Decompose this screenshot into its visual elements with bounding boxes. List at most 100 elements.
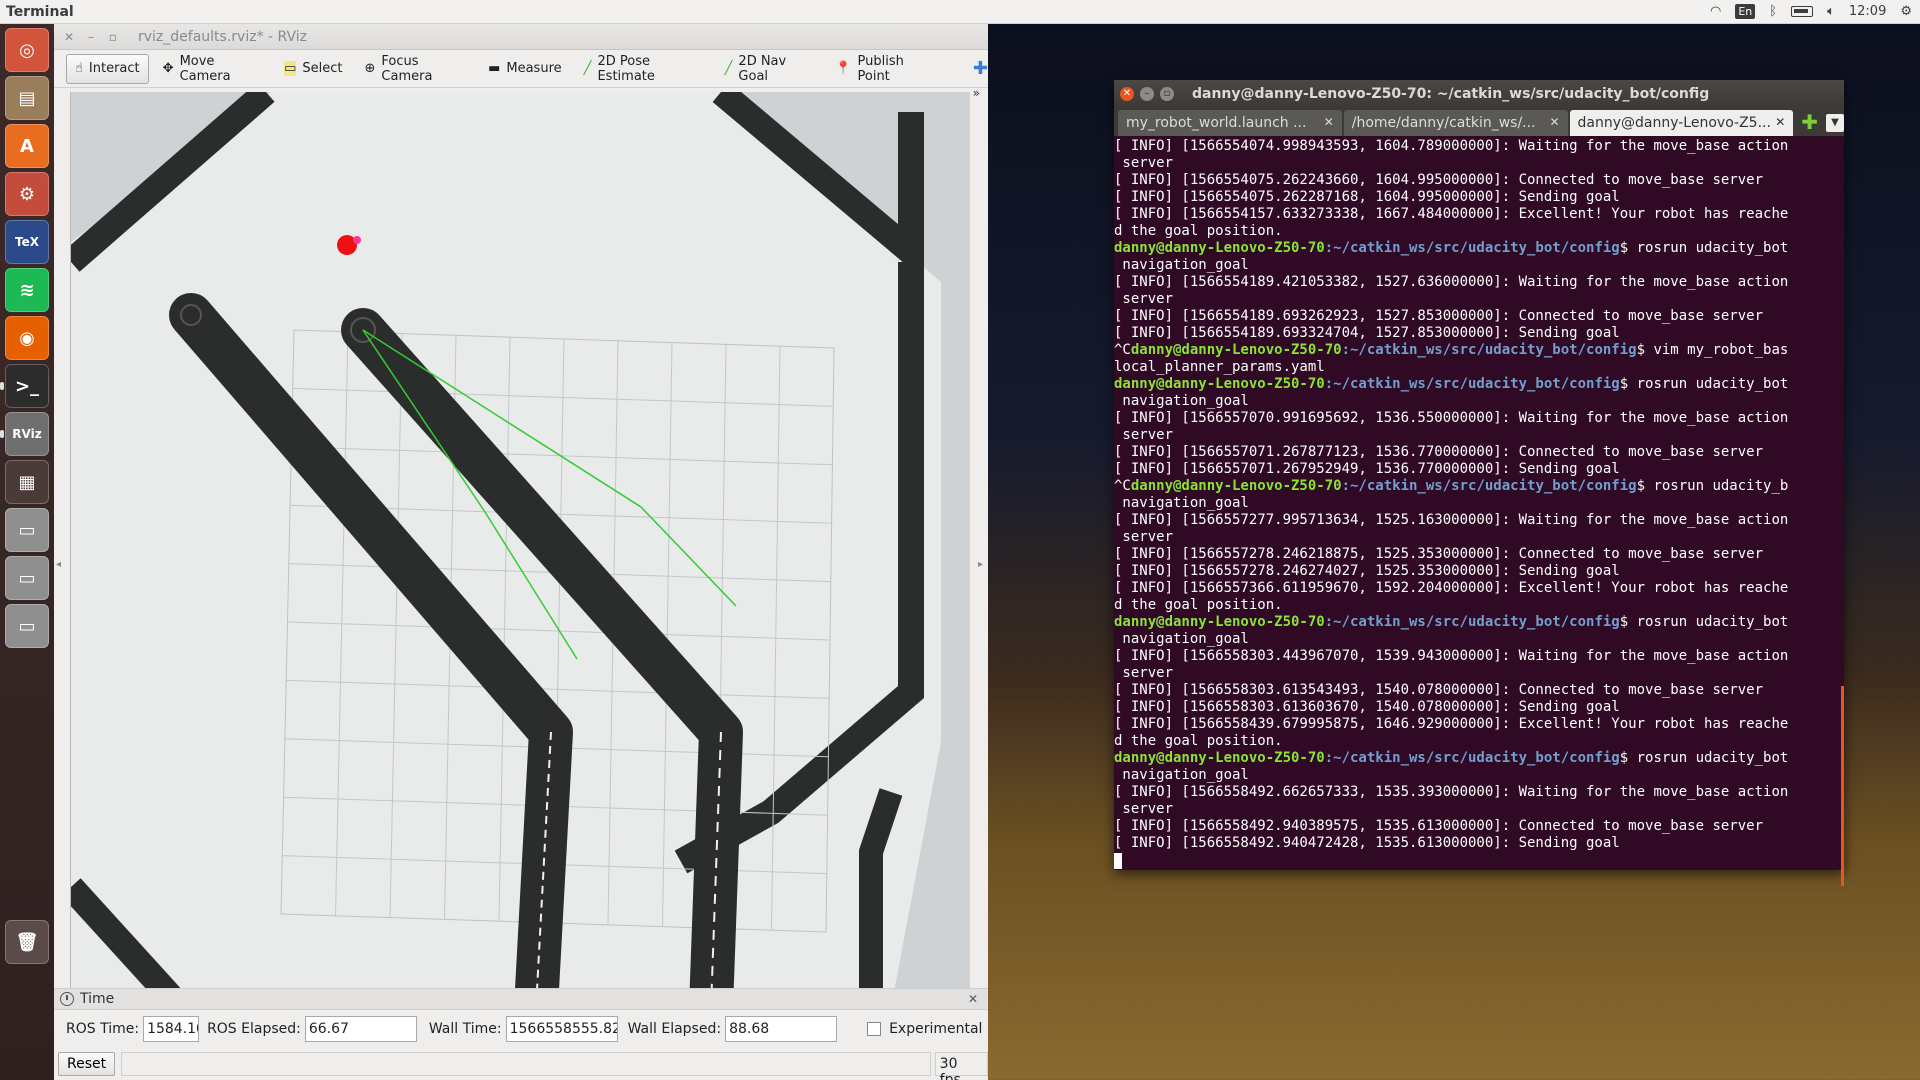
close-tab-icon[interactable]: ✕ bbox=[1549, 115, 1559, 129]
tool-move-camera[interactable]: ✥ Move Camera bbox=[155, 54, 270, 84]
terminal-output-line: server bbox=[1114, 291, 1174, 307]
add-tool-icon[interactable]: ✚ bbox=[973, 58, 988, 79]
clock-icon bbox=[60, 992, 74, 1006]
terminal-output-line: [ INFO] [1566557071.267877123, 1536.7700… bbox=[1114, 444, 1764, 460]
tool-2d-pose-estimate[interactable]: ╱ 2D Pose Estimate bbox=[576, 54, 711, 84]
terminal-scrollbar[interactable] bbox=[1841, 686, 1844, 886]
launcher-drive-2-icon[interactable]: ▭ bbox=[5, 556, 49, 600]
close-icon[interactable]: ✕ bbox=[62, 30, 76, 44]
keyboard-layout-indicator[interactable]: En bbox=[1735, 4, 1756, 19]
rviz-window-title: rviz_defaults.rviz* - RViz bbox=[138, 28, 307, 45]
tool-focus-camera[interactable]: ⊕ Focus Camera bbox=[357, 54, 475, 84]
launcher-ubuntu-dash-icon[interactable]: ◎ bbox=[5, 28, 49, 72]
new-tab-icon[interactable]: ✚ bbox=[1801, 110, 1818, 134]
prompt-user-host: danny@danny-Lenovo-Z50-70 bbox=[1114, 240, 1325, 256]
terminal-prompt-line: danny@danny-Lenovo-Z50-70:~/catkin_ws/sr… bbox=[1114, 240, 1844, 257]
toolbar-overflow-icon[interactable]: » bbox=[973, 86, 980, 100]
launcher-terminal-icon[interactable]: >_ bbox=[5, 364, 49, 408]
terminal-output-line: server bbox=[1114, 801, 1174, 817]
close-icon[interactable]: ✕ bbox=[1120, 87, 1134, 101]
minimize-icon[interactable]: – bbox=[84, 30, 98, 44]
terminal-output-line: server bbox=[1114, 665, 1174, 681]
prompt-path: :~/catkin_ws/src/udacity_bot/config bbox=[1341, 478, 1637, 494]
launcher-texmaker-icon[interactable]: TeX bbox=[5, 220, 49, 264]
launcher-rviz-icon[interactable]: RViz bbox=[5, 412, 49, 456]
tool-label: Measure bbox=[506, 61, 562, 76]
launcher-workspace-switcher-icon[interactable]: ▦ bbox=[5, 460, 49, 504]
tool-2d-nav-goal[interactable]: ╱ 2D Nav Goal bbox=[717, 54, 822, 84]
terminal-output-line: d the goal position. bbox=[1114, 733, 1283, 749]
launcher-files-icon[interactable]: ▤ bbox=[5, 76, 49, 120]
close-tab-icon[interactable]: ✕ bbox=[1775, 115, 1785, 129]
launcher-software-center-icon[interactable]: A bbox=[5, 124, 49, 168]
terminal-output-line: navigation_goal bbox=[1114, 495, 1249, 511]
volume-icon[interactable]: 🔈︎ bbox=[1827, 4, 1835, 19]
launcher: ◎ ▤ A ⚙ TeX ≋ ◉ >_ RViz ▦ ▭ ▭ ▭ 🗑 bbox=[0, 24, 54, 1080]
ros-time-field[interactable]: 1584.10 bbox=[143, 1016, 200, 1042]
time-panel: Time ✕ ROS Time: 1584.10 ROS Elapsed: 66… bbox=[54, 988, 988, 1080]
bluetooth-icon[interactable]: ᛒ bbox=[1769, 4, 1777, 19]
launcher-firefox-icon[interactable]: ◉ bbox=[5, 316, 49, 360]
ros-elapsed-field[interactable]: 66.67 bbox=[304, 1016, 417, 1042]
left-dock-arrow-icon[interactable]: ◂ bbox=[56, 559, 61, 570]
terminal-prompt-line: ^Cdanny@danny-Lenovo-Z50-70:~/catkin_ws/… bbox=[1114, 342, 1844, 359]
terminal-tab[interactable]: danny@danny-Lenovo-Z5... ✕ bbox=[1569, 110, 1794, 136]
clock[interactable]: 12:09 bbox=[1849, 4, 1886, 19]
terminal-output-line: [ INFO] [1566557277.995713634, 1525.1630… bbox=[1114, 512, 1789, 528]
tool-label: Interact bbox=[88, 61, 140, 76]
tool-label: 2D Pose Estimate bbox=[597, 53, 655, 84]
maximize-icon[interactable]: ▫ bbox=[106, 30, 120, 44]
wall-time-field[interactable]: 1566558555.82 bbox=[505, 1016, 618, 1042]
terminal-output-line: server bbox=[1114, 155, 1174, 171]
close-panel-icon[interactable]: ✕ bbox=[968, 992, 978, 1006]
tool-publish-point[interactable]: 📍 Publish Point bbox=[827, 54, 941, 84]
minimize-icon[interactable]: – bbox=[1140, 87, 1154, 101]
tool-label: Select bbox=[302, 61, 343, 76]
tool-interact[interactable]: ☝ Interact bbox=[66, 53, 149, 84]
prompt-user-host: danny@danny-Lenovo-Z50-70 bbox=[1114, 750, 1325, 766]
tool-measure[interactable]: ▬ Measure bbox=[480, 54, 570, 84]
experimental-checkbox[interactable] bbox=[867, 1022, 882, 1036]
launcher-trash-icon[interactable]: 🗑 bbox=[5, 920, 49, 964]
launcher-system-settings-icon[interactable]: ⚙ bbox=[5, 172, 49, 216]
close-tab-icon[interactable]: ✕ bbox=[1324, 115, 1334, 129]
running-indicator bbox=[0, 382, 4, 390]
gear-icon[interactable]: ⚙ bbox=[1900, 4, 1912, 19]
map-render[interactable] bbox=[71, 92, 970, 1008]
launcher-drive-3-icon[interactable]: ▭ bbox=[5, 604, 49, 648]
prompt-command: $ rosrun udacity_b bbox=[1636, 478, 1789, 494]
tool-label: Publish Point bbox=[857, 53, 904, 84]
pose-estimate-icon: ╱ bbox=[583, 61, 592, 76]
terminal-prompt-line: danny@danny-Lenovo-Z50-70:~/catkin_ws/sr… bbox=[1114, 750, 1844, 767]
terminal-output-line: local_planner_params.yaml bbox=[1114, 359, 1325, 375]
terminal-output-line: [ INFO] [1566557278.246218875, 1525.3530… bbox=[1114, 546, 1764, 562]
right-dock-arrow-icon[interactable]: ▸ bbox=[978, 559, 983, 570]
reset-button[interactable]: Reset bbox=[58, 1052, 116, 1076]
wifi-icon[interactable]: ◠ bbox=[1710, 4, 1721, 19]
running-indicator bbox=[0, 430, 4, 438]
prompt-user-host: danny@danny-Lenovo-Z50-70 bbox=[1114, 376, 1325, 392]
status-bar bbox=[121, 1052, 931, 1076]
tool-select[interactable]: ▭ Select bbox=[276, 54, 350, 84]
terminal-tab[interactable]: /home/danny/catkin_ws/... ✕ bbox=[1343, 110, 1568, 136]
terminal-output-line: server bbox=[1114, 529, 1174, 545]
terminal-output-line: [ INFO] [1566557278.246274027, 1525.3530… bbox=[1114, 563, 1620, 579]
launcher-spotify-icon[interactable]: ≋ bbox=[5, 268, 49, 312]
tool-label: 2D Nav Goal bbox=[738, 53, 787, 84]
terminal-tab[interactable]: my_robot_world.launch ... ✕ bbox=[1118, 110, 1342, 136]
time-panel-header: Time ✕ bbox=[54, 988, 988, 1010]
wall-elapsed-field[interactable]: 88.68 bbox=[725, 1016, 838, 1042]
battery-icon[interactable] bbox=[1791, 6, 1814, 17]
interrupt-marker: ^C bbox=[1114, 342, 1131, 358]
launcher-drive-1-icon[interactable]: ▭ bbox=[5, 508, 49, 552]
time-bottom-bar: Reset 30 fps bbox=[54, 1050, 988, 1080]
terminal-prompt-line: danny@danny-Lenovo-Z50-70:~/catkin_ws/sr… bbox=[1114, 376, 1844, 393]
terminal-output[interactable]: [ INFO] [1566554074.998943593, 1604.7890… bbox=[1114, 136, 1844, 870]
terminal-output-line: d the goal position. bbox=[1114, 223, 1283, 239]
3d-viewport[interactable] bbox=[70, 92, 970, 1008]
maximize-icon[interactable]: ▫ bbox=[1160, 87, 1174, 101]
wall-cap bbox=[169, 293, 213, 337]
tab-menu-icon[interactable]: ▼ bbox=[1826, 114, 1844, 132]
terminal-tab-label: /home/danny/catkin_ws/... bbox=[1351, 115, 1536, 131]
terminal-output-line: d the goal position. bbox=[1114, 597, 1283, 613]
